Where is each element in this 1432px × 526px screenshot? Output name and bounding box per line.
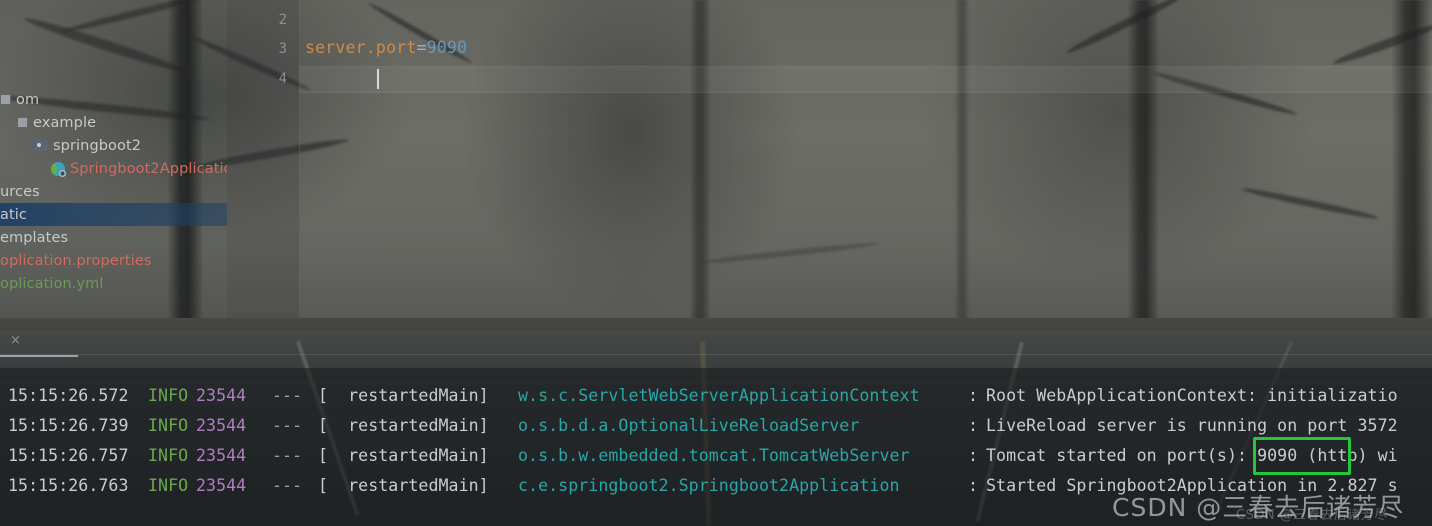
tree-item-templates[interactable]: emplates [0,226,227,249]
console-clipped-row: 15:15:26.572INFO23544---[ restartedMain]… [0,368,1432,380]
log-level: INFO [148,476,189,495]
log-message: Started Springboot2Application in 2.827 … [986,476,1398,495]
project-tree[interactable]: om example springboot2 Springboot2Applicati… [0,88,227,295]
tree-item-resources[interactable]: urces [0,180,227,203]
project-tool-window: om example springboot2 Springboot2Applicati… [0,0,227,318]
log-logger: w.s.c.ServletWebServerApplicationContext [518,386,920,405]
ide-chrome: om example springboot2 Springboot2Applicati… [0,0,1432,526]
tree-item-springboot2[interactable]: springboot2 [0,134,227,157]
log-thread: [ restartedMain] [318,386,489,405]
log-message: LiveReload server is running on port 357… [986,416,1398,435]
tree-item-label: atic [0,206,27,223]
log-colon: : [968,416,979,435]
tree-item-label: oplication.properties [0,252,152,269]
line-number: 3 [278,41,287,57]
log-thread: [ restartedMain] [318,446,489,465]
editor-area[interactable]: 2 3 4 server.port=9090 [227,0,1432,318]
tree-item-label: om [16,91,40,108]
line-number: 4 [278,71,287,87]
log-level: INFO [148,416,189,435]
tree-item-label: example [33,114,97,131]
log-level: INFO [148,386,189,405]
code-line-3[interactable]: server.port=9090 [305,38,467,57]
tree-item-example[interactable]: example [0,111,227,134]
close-icon[interactable]: × [10,334,21,347]
property-key: server.port [305,38,417,57]
log-separator: --- [272,446,303,465]
caret-line-highlight [299,66,1432,93]
log-timestamp: 15:15:26.572 [8,386,129,405]
console-output[interactable]: 15:15:26.572 INFO 23544 --- [ restartedMain]… [0,368,1432,526]
editor-gutter[interactable]: 2 3 4 [227,0,300,318]
tool-window-tab-bar[interactable]: ication × [0,326,1432,357]
log-separator: --- [272,476,303,495]
log-pid: 23544 [196,446,247,465]
package-icon [0,94,11,105]
log-logger: o.s.b.w.embedded.tomcat.TomcatWebServer [518,446,910,465]
tree-item-springboot2application[interactable]: Springboot2Application [0,157,227,180]
tree-item-label: Springboot2Application [70,160,227,177]
property-value: 9090 [426,38,468,57]
tree-item-application-yml[interactable]: oplication.yml [0,272,227,295]
log-colon: : [968,476,979,495]
log-separator: --- [272,386,303,405]
log-logger: o.s.b.d.a.OptionalLiveReloadServer [518,416,860,435]
tree-item-com[interactable]: om [0,88,227,111]
active-tab-underline [0,355,78,357]
log-pid: 23544 [196,386,247,405]
log-colon: : [968,386,979,405]
tree-item-label: oplication.yml [0,275,104,292]
log-pid: 23544 [196,416,247,435]
log-message: Tomcat started on port(s): 9090 (http) w… [986,446,1398,465]
package-icon [17,117,28,128]
log-timestamp: 15:15:26.757 [8,446,129,465]
tree-item-label: emplates [0,229,69,246]
log-thread: [ restartedMain] [318,476,489,495]
log-timestamp: 15:15:26.763 [8,476,129,495]
log-level: INFO [148,446,189,465]
tree-item-label: urces [0,183,40,200]
log-logger: c.e.springboot2.Springboot2Application [518,476,900,495]
tree-item-static[interactable]: atic [0,203,227,226]
log-separator: --- [272,416,303,435]
text-caret [377,69,379,89]
tree-item-application-properties[interactable]: oplication.properties [0,249,227,272]
log-timestamp: 15:15:26.739 [8,416,129,435]
log-message: Root WebApplicationContext: initializati… [986,386,1398,405]
spring-boot-icon [51,161,66,177]
ide-window: om example springboot2 Springboot2Applicati… [0,0,1432,526]
folder-icon [34,137,48,151]
tab-springboot2application[interactable]: ication × [0,326,31,354]
log-colon: : [968,446,979,465]
editor-code-area[interactable]: server.port=9090 [299,0,1432,318]
log-pid: 23544 [196,476,247,495]
line-number: 2 [278,12,287,28]
log-thread: [ restartedMain] [318,416,489,435]
property-equals: = [416,38,427,57]
tab-label: ication [0,332,1,348]
divider [0,354,1432,355]
tree-item-label: springboot2 [53,137,142,154]
